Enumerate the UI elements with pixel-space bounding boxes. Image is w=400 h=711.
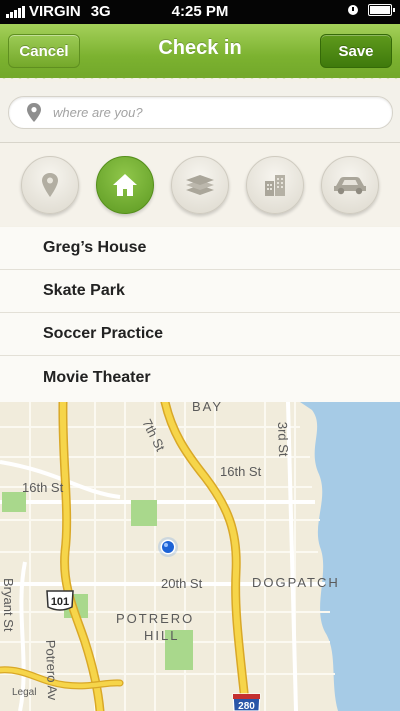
current-location-icon[interactable] (158, 537, 178, 557)
map-label: 16th St (220, 464, 262, 479)
map-canvas[interactable]: BAY 7th St 3rd St 16th St 16th St DOGPAT… (0, 402, 400, 711)
map-label: HILL (144, 628, 179, 643)
list-item[interactable]: Skate Park (0, 270, 400, 313)
status-icons (348, 4, 395, 16)
category-books-button[interactable] (171, 156, 229, 214)
orientation-lock-icon (348, 5, 358, 15)
place-name: Soccer Practice (43, 325, 164, 342)
location-pin-icon (42, 173, 58, 197)
list-item[interactable]: Greg’s House (0, 227, 400, 270)
building-icon (265, 175, 285, 196)
map-label: 3rd St (275, 422, 291, 458)
map-label: Bryant St (1, 578, 16, 632)
list-item[interactable]: Soccer Practice (0, 313, 400, 356)
park (131, 500, 157, 526)
highway-shield-280: 280 (232, 693, 261, 711)
map-view[interactable]: BAY 7th St 3rd St 16th St 16th St DOGPAT… (0, 402, 400, 711)
category-car-button[interactable] (321, 156, 379, 214)
map-label: 20th St (161, 576, 203, 591)
category-selector (0, 143, 400, 226)
battery-icon (368, 4, 395, 16)
map-label: Potrero Av (43, 640, 60, 701)
svg-text:280: 280 (238, 701, 255, 711)
place-name: Movie Theater (43, 368, 151, 386)
search-area (0, 82, 400, 143)
map-label: BAY (192, 402, 223, 414)
park (2, 492, 26, 512)
legal-link[interactable]: Legal (12, 687, 36, 698)
status-bar: VIRGIN 3G 4:25 PM (0, 0, 400, 24)
search-box[interactable] (8, 96, 393, 129)
place-name: Skate Park (43, 282, 125, 299)
page-title: Check in (158, 37, 242, 59)
category-building-button[interactable] (246, 156, 304, 214)
car-icon (334, 177, 366, 195)
books-icon (186, 175, 214, 195)
save-button[interactable]: Save (320, 34, 392, 68)
bay-water (300, 402, 400, 711)
nav-bar: Cancel Check in Save (0, 24, 400, 78)
category-location-button[interactable] (21, 156, 79, 214)
svg-text:101: 101 (51, 596, 69, 608)
category-home-button[interactable] (96, 156, 154, 214)
search-input[interactable] (51, 104, 375, 121)
highways (0, 402, 251, 711)
place-list: Greg’s House Skate Park Soccer Practice … (0, 227, 400, 402)
home-icon (113, 174, 137, 196)
cancel-button[interactable]: Cancel (8, 34, 80, 68)
place-name: Greg’s House (43, 239, 147, 256)
list-item[interactable]: Movie Theater (0, 356, 400, 399)
location-pin-icon (27, 102, 41, 122)
map-label: 16th St (22, 480, 64, 495)
highway-shield-101: 101 (46, 590, 74, 611)
nav-bar-edge (0, 74, 400, 82)
map-label: POTRERO (116, 611, 194, 626)
status-time: 4:25 PM (171, 3, 229, 20)
map-label: DOGPATCH (252, 575, 340, 590)
